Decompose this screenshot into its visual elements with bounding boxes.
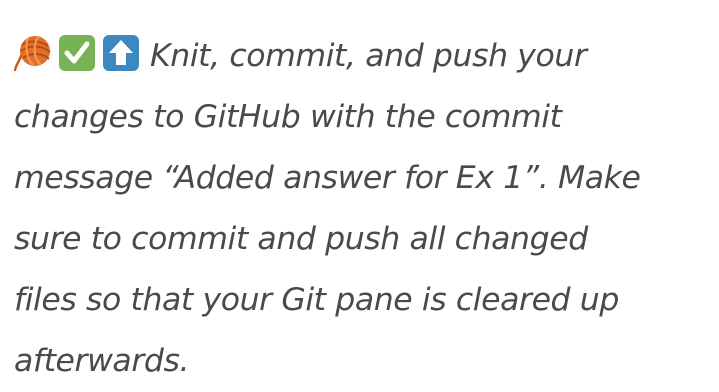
- instruction-line-5: files so that your Git pane is cleared u…: [14, 282, 619, 318]
- instruction-line-6: afterwards.: [14, 343, 190, 379]
- yarn-ball-icon: [14, 34, 52, 72]
- instruction-line-4: sure to commit and push all changed: [14, 221, 588, 257]
- instruction-line-3: message “Added answer for Ex 1”. Make: [14, 160, 641, 196]
- instruction-text-line-1: Knit, commit, and push your: [150, 38, 587, 74]
- instruction-line-2: changes to GitHub with the commit: [14, 99, 562, 135]
- exercise-instructions: Knit, commit, and push your changes to G…: [14, 26, 719, 392]
- up-arrow-button-icon: [102, 34, 140, 72]
- check-mark-button-icon: [58, 34, 96, 72]
- instruction-line-1: Knit, commit, and push your: [14, 26, 719, 87]
- exercise-slide: Knit, commit, and push your changes to G…: [0, 0, 719, 379]
